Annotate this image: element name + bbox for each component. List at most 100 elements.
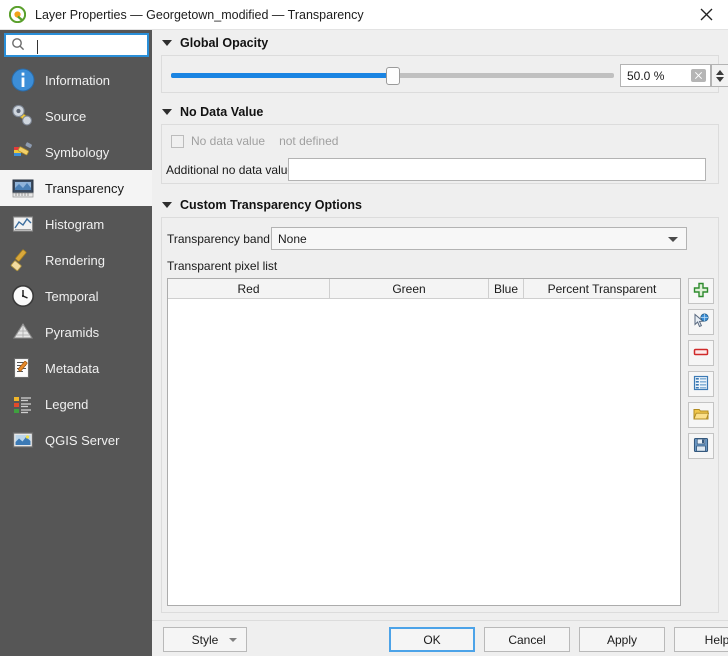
section-header-global-opacity[interactable]: Global Opacity: [162, 36, 268, 50]
section-header-custom-transparency[interactable]: Custom Transparency Options: [162, 198, 362, 212]
information-icon: [10, 67, 36, 93]
sidebar-item-temporal[interactable]: Temporal: [0, 278, 152, 314]
remove-selected-row-button[interactable]: [688, 340, 714, 366]
search-icon: [11, 37, 25, 54]
histogram-icon: [10, 211, 36, 237]
help-button[interactable]: Help: [674, 627, 728, 652]
spinner-arrows-icon[interactable]: [711, 64, 728, 87]
close-icon[interactable]: [684, 0, 728, 29]
apply-button-label: Apply: [606, 632, 638, 647]
sidebar-item-metadata[interactable]: Metadata: [0, 350, 152, 386]
sidebar-item-label: Symbology: [45, 144, 110, 160]
column-header-percent-transparent[interactable]: Percent Transparent: [524, 279, 680, 298]
ok-button[interactable]: OK: [389, 627, 475, 652]
pixel-list-toolbar: [688, 278, 714, 464]
add-values-from-display-button[interactable]: [688, 309, 714, 335]
sidebar-item-label: QGIS Server: [45, 432, 120, 448]
ok-button-label: OK: [423, 632, 441, 647]
section-title: Global Opacity: [180, 36, 269, 50]
sidebar-item-histogram[interactable]: Histogram: [0, 206, 152, 242]
help-button-label: Help: [704, 632, 728, 647]
no-data-value-label: No data value: [191, 134, 266, 148]
cancel-button-label: Cancel: [508, 632, 546, 647]
additional-no-data-input[interactable]: [288, 158, 706, 181]
dialog-button-bar: Style OK Cancel Apply Help: [152, 620, 728, 656]
green-plus-icon: [693, 282, 709, 301]
sidebar: Information Source Symbology Transparenc…: [0, 30, 152, 656]
clear-icon[interactable]: [691, 69, 706, 82]
sidebar-item-label: Temporal: [45, 288, 99, 304]
sidebar-item-label: Metadata: [45, 360, 100, 376]
transparency-icon: [10, 175, 36, 201]
chevron-down-icon: [162, 40, 172, 46]
red-minus-icon: [693, 344, 709, 363]
sidebar-item-label: Source: [45, 108, 87, 124]
transparent-pixel-list-label: Transparent pixel list: [167, 259, 278, 273]
no-data-value-status: not defined: [279, 134, 339, 148]
export-to-file-button[interactable]: [688, 433, 714, 459]
sidebar-item-symbology[interactable]: Symbology: [0, 134, 152, 170]
rendering-icon: [10, 247, 36, 273]
search-box[interactable]: [4, 33, 149, 57]
opacity-spinbox[interactable]: 50.0 %: [620, 64, 711, 87]
opacity-slider-fill: [171, 73, 393, 78]
arrow-up-icon[interactable]: [716, 69, 724, 75]
transparency-band-value: None: [278, 231, 307, 246]
column-header-blue[interactable]: Blue: [489, 279, 524, 298]
sidebar-item-label: Histogram: [45, 216, 105, 232]
metadata-icon: [10, 355, 36, 381]
default-values-button[interactable]: [688, 371, 714, 397]
sidebar-item-label: Legend: [45, 396, 89, 412]
additional-no-data-label: Additional no data value: [166, 162, 295, 177]
chevron-down-icon: [162, 109, 172, 115]
section-title: Custom Transparency Options: [180, 198, 362, 212]
sidebar-item-source[interactable]: Source: [0, 98, 152, 134]
sidebar-item-qgis-server[interactable]: QGIS Server: [0, 422, 152, 458]
table-header-row: Red Green Blue Percent Transparent: [168, 279, 680, 299]
transparency-band-label: Transparency band: [167, 231, 270, 246]
sidebar-item-legend[interactable]: Legend: [0, 386, 152, 422]
opacity-value: 50.0 %: [627, 68, 665, 83]
chevron-down-icon: [162, 202, 172, 208]
apply-button[interactable]: Apply: [579, 627, 665, 652]
floppy-save-icon: [693, 437, 709, 456]
pyramids-icon: [10, 319, 36, 345]
arrow-down-icon[interactable]: [716, 76, 724, 82]
column-header-green[interactable]: Green: [330, 279, 489, 298]
chevron-down-icon: [668, 237, 678, 242]
cursor-pick-icon: [693, 312, 709, 332]
no-data-value-group: No data value not defined Additional no …: [161, 124, 719, 184]
blue-table-icon: [693, 375, 709, 394]
search-caret: [37, 40, 38, 54]
transparent-pixel-list-table[interactable]: Red Green Blue Percent Transparent: [167, 278, 681, 606]
sidebar-item-rendering[interactable]: Rendering: [0, 242, 152, 278]
import-from-file-button[interactable]: [688, 402, 714, 428]
section-title: No Data Value: [180, 105, 264, 119]
source-icon: [10, 103, 36, 129]
opacity-slider-handle[interactable]: [385, 67, 400, 85]
style-button-label: Style: [191, 632, 219, 647]
sidebar-nav-list: Information Source Symbology Transparenc…: [0, 62, 152, 458]
section-header-no-data-value[interactable]: No Data Value: [162, 105, 263, 119]
legend-icon: [10, 391, 36, 417]
search-input[interactable]: [31, 36, 139, 54]
no-data-value-checkbox[interactable]: [171, 134, 184, 148]
chevron-down-icon: [229, 638, 237, 642]
sidebar-item-pyramids[interactable]: Pyramids: [0, 314, 152, 350]
table-body: [168, 299, 680, 605]
window-title: Layer Properties — Georgetown_modified —…: [35, 7, 364, 22]
transparency-band-select[interactable]: None: [271, 227, 687, 250]
add-values-manually-button[interactable]: [688, 278, 714, 304]
qgis-server-icon: [10, 427, 36, 453]
column-header-red[interactable]: Red: [168, 279, 330, 298]
symbology-icon: [10, 139, 36, 165]
temporal-icon: [10, 283, 36, 309]
additional-no-data-row: Additional no data value: [166, 158, 716, 181]
sidebar-item-information[interactable]: Information: [0, 62, 152, 98]
global-opacity-group: 50.0 %: [161, 55, 728, 93]
style-button[interactable]: Style: [163, 627, 247, 652]
cancel-button[interactable]: Cancel: [484, 627, 570, 652]
main-panel: Global Opacity 50.0 % No Data Value No d…: [152, 30, 728, 656]
sidebar-item-transparency[interactable]: Transparency: [0, 170, 152, 206]
folder-open-icon: [693, 406, 710, 425]
